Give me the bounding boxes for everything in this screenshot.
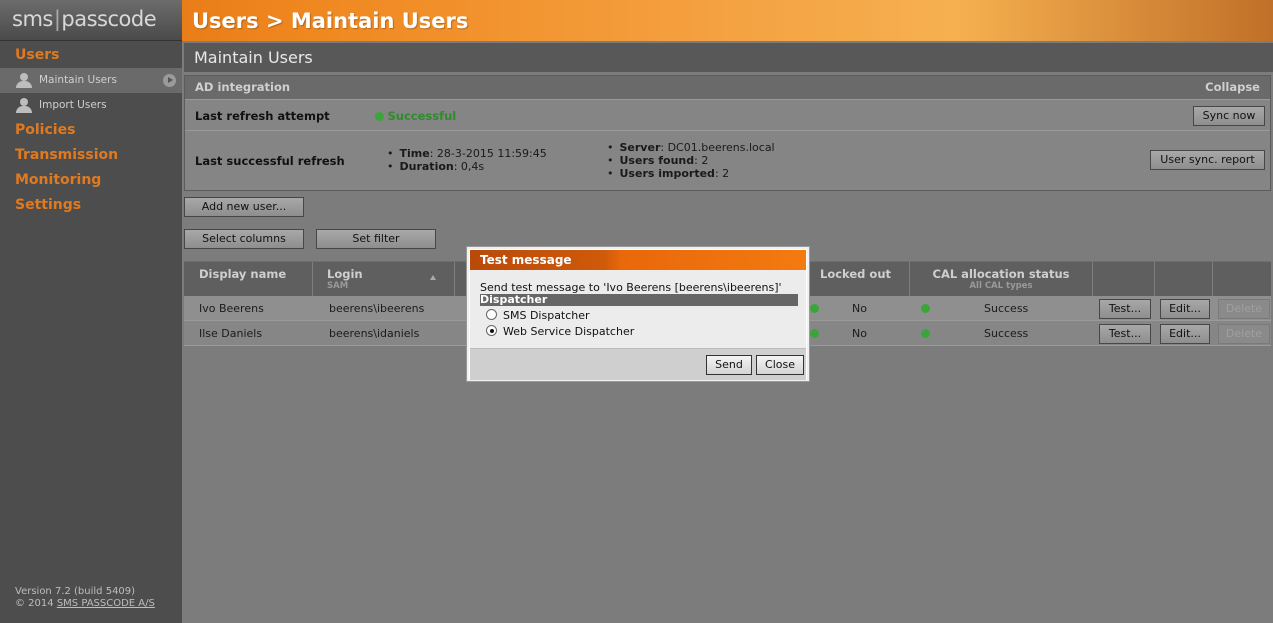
refresh-duration: Duration: 0,4s — [387, 160, 547, 173]
cell-cal-status: Success — [984, 302, 1029, 315]
col-display-name[interactable]: Display name — [184, 262, 313, 297]
nav-group-settings[interactable]: Settings — [0, 193, 182, 218]
user-icon — [16, 73, 32, 88]
test-message-dialog: Test message Send test message to 'Ivo B… — [467, 247, 809, 381]
refresh-stats-list: Server: DC01.beerens.local Users found: … — [607, 141, 775, 180]
last-success-label: Last successful refresh — [195, 154, 345, 168]
radio-button-selected-icon[interactable] — [486, 325, 497, 336]
logo-text-passcode: passcode — [61, 7, 157, 31]
radio-sms-dispatcher[interactable]: SMS Dispatcher — [486, 309, 590, 322]
users-imported: Users imported: 2 — [607, 167, 775, 180]
dispatcher-section-header: Dispatcher — [480, 294, 798, 306]
send-button[interactable]: Send — [706, 355, 752, 375]
cell-cal-status: Success — [984, 327, 1029, 340]
delete-button[interactable]: Delete — [1218, 299, 1270, 319]
last-success-row: Last successful refresh Time: 28-3-2015 … — [185, 130, 1270, 190]
arrow-right-icon — [163, 74, 176, 87]
radio-web-service-dispatcher[interactable]: Web Service Dispatcher — [486, 325, 634, 338]
nav-group-monitoring[interactable]: Monitoring — [0, 168, 182, 193]
dialog-footer: Send Close — [470, 348, 806, 380]
ad-integration-panel: AD integration Collapse Last refresh att… — [184, 75, 1271, 191]
sidebar: Users Maintain Users Import Users Polici… — [0, 41, 182, 623]
sms-passcode-logo: sms|passcode — [0, 0, 182, 41]
delete-button[interactable]: Delete — [1218, 324, 1270, 344]
refresh-time: Time: 28-3-2015 11:59:45 — [387, 147, 547, 160]
select-columns-button[interactable]: Select columns — [184, 229, 304, 249]
page-title: Maintain Users — [184, 43, 1273, 72]
sync-now-button[interactable]: Sync now — [1193, 106, 1265, 126]
ad-integration-title: AD integration — [195, 80, 291, 94]
cell-login: beerens\idaniels — [329, 327, 420, 340]
server-info: Server: DC01.beerens.local — [607, 141, 775, 154]
users-found: Users found: 2 — [607, 154, 775, 167]
ad-integration-header: AD integration Collapse — [185, 76, 1270, 99]
sort-ascending-icon — [430, 275, 436, 280]
add-new-user-button[interactable]: Add new user... — [184, 197, 304, 217]
test-button[interactable]: Test... — [1099, 299, 1151, 319]
sidebar-item-maintain-users[interactable]: Maintain Users — [0, 68, 182, 93]
cell-login: beerens\ibeerens — [329, 302, 425, 315]
col-cal-status[interactable]: CAL allocation status All CAL types — [910, 262, 1093, 297]
cell-locked-out: No — [852, 327, 867, 340]
version-text: Version 7.2 (build 5409) — [15, 586, 136, 597]
cal-status-icon — [921, 329, 930, 338]
company-link[interactable]: SMS PASSCODE A/S — [57, 598, 155, 609]
col-login[interactable]: Login SAM — [313, 262, 455, 297]
test-button[interactable]: Test... — [1099, 324, 1151, 344]
cell-display-name: Ivo Beerens — [199, 302, 264, 315]
refresh-status-text: Successful — [387, 109, 457, 123]
edit-button[interactable]: Edit... — [1160, 324, 1210, 344]
locked-status-icon — [810, 329, 819, 338]
cal-status-icon — [921, 304, 930, 313]
user-import-icon — [16, 98, 32, 113]
last-refresh-row: Last refresh attempt Successful Sync now — [185, 99, 1270, 130]
cell-locked-out: No — [852, 302, 867, 315]
nav-group-policies[interactable]: Policies — [0, 118, 182, 143]
sidebar-item-import-users[interactable]: Import Users — [0, 93, 182, 118]
sidebar-item-label: Import Users — [39, 99, 107, 111]
copyright-text: © 2014 — [15, 598, 57, 609]
dialog-title: Test message — [470, 250, 806, 270]
last-refresh-label: Last refresh attempt — [195, 109, 330, 123]
edit-button[interactable]: Edit... — [1160, 299, 1210, 319]
radio-button-icon[interactable] — [486, 309, 497, 320]
collapse-link[interactable]: Collapse — [1205, 76, 1260, 99]
nav-group-users[interactable]: Users — [0, 43, 182, 68]
version-info: Version 7.2 (build 5409) © 2014 SMS PASS… — [15, 586, 155, 610]
dialog-body: Send test message to 'Ivo Beerens [beere… — [470, 270, 806, 348]
col-locked-out[interactable]: Locked out — [810, 262, 910, 297]
user-sync-report-button[interactable]: User sync. report — [1150, 150, 1265, 170]
refresh-status: Successful — [375, 109, 456, 123]
page-header-title: Users > Maintain Users — [192, 9, 469, 33]
set-filter-button[interactable]: Set filter — [316, 229, 436, 249]
status-ok-icon — [375, 112, 384, 121]
cell-display-name: Ilse Daniels — [199, 327, 263, 340]
nav-group-transmission[interactable]: Transmission — [0, 143, 182, 168]
close-button[interactable]: Close — [756, 355, 804, 375]
refresh-details-list: Time: 28-3-2015 11:59:45 Duration: 0,4s — [387, 147, 547, 173]
app-header: sms|passcode Users > Maintain Users — [0, 0, 1273, 41]
sidebar-item-label: Maintain Users — [39, 74, 117, 86]
logo-text-sms: sms — [12, 7, 53, 31]
locked-status-icon — [810, 304, 819, 313]
